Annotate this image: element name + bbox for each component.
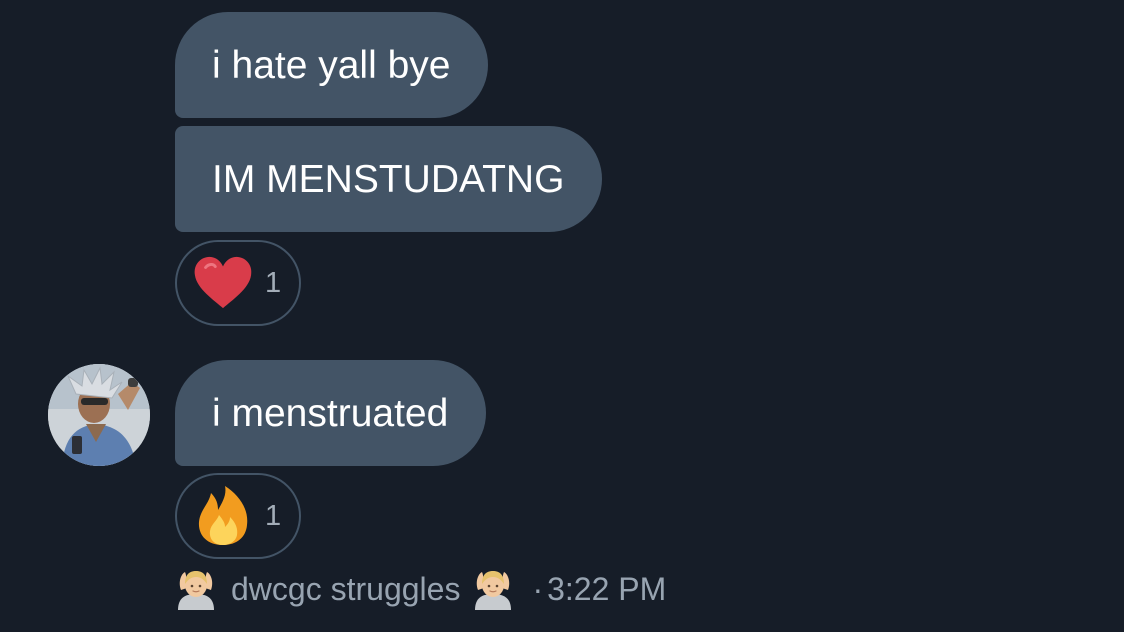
reaction-count: 1 [265, 266, 282, 299]
person-gesturing-ok-icon [472, 568, 514, 610]
fire-icon [193, 486, 253, 546]
avatar[interactable] [48, 364, 150, 466]
meta-separator: · [532, 570, 544, 607]
message-text: i menstruated [212, 391, 449, 435]
message-bubble[interactable]: i hate yall bye [175, 12, 489, 118]
message-meta: dwcgc struggles · 3:22 PM [175, 566, 666, 612]
person-gesturing-ok-icon [175, 568, 217, 610]
reaction-heart[interactable]: 1 [175, 240, 301, 326]
chat-thread: i hate yall bye IM MENSTUDATNG 1 i menst… [0, 0, 1124, 632]
message-bubble[interactable]: IM MENSTUDATNG [175, 126, 603, 232]
sender-name[interactable]: dwcgc struggles [231, 571, 460, 608]
reaction-fire[interactable]: 1 [175, 473, 301, 559]
message-bubble[interactable]: i menstruated [175, 360, 487, 466]
message-text: i hate yall bye [212, 43, 451, 87]
message-text: IM MENSTUDATNG [212, 157, 565, 201]
red-heart-icon [193, 253, 253, 313]
reaction-count: 1 [265, 499, 282, 532]
timestamp: 3:22 PM [547, 570, 667, 607]
